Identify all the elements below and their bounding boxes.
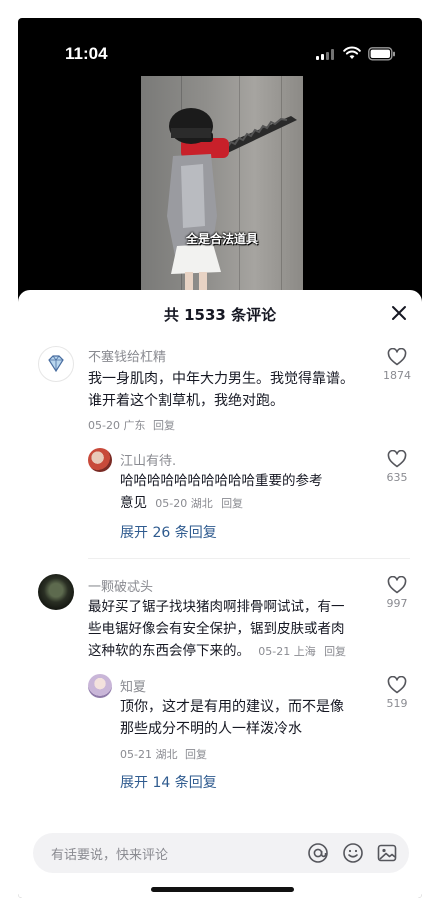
like-count: 635 [386,471,408,484]
comment-input-bar[interactable]: 有话要说，快来评论 [33,833,409,873]
phone-screen: 11:04 全是合法道具 共 1533 条评论 不塞钱给杠精 我一身肌肉，中年大… [18,18,422,898]
battery-icon [368,47,395,61]
expand-replies-button[interactable]: 展开 14 条回复 [120,772,217,792]
video-person-figure [167,108,297,308]
wifi-icon [343,46,361,59]
at-icon[interactable] [307,842,329,864]
avatar[interactable] [38,574,74,610]
reply-date-location: 05-21 湖北 [120,748,178,761]
reply-button[interactable]: 回复 [185,748,207,761]
reply-text: 顶你，这才是有用的建议，而不是像 那些成分不明的人一样泼冷水 [120,699,344,737]
home-indicator[interactable] [151,887,294,892]
comment-date-location: 05-20 广东 [88,419,146,432]
avatar[interactable] [88,448,112,472]
comments-count-title: 共 1533 条评论 [163,306,277,324]
comment-input-placeholder[interactable]: 有话要说，快来评论 [51,844,168,863]
heart-icon [387,450,407,468]
expand-replies-button[interactable]: 展开 26 条回复 [120,522,217,542]
reply-button[interactable]: 回复 [324,645,346,658]
status-time: 11:04 [65,44,108,63]
comment-text: 我一身肌肉，中年大力男生。我觉得靠谱。 谁开着这个割草机，我绝对跑。 [88,371,354,409]
image-icon[interactable] [376,842,398,864]
comment-meta: 05-20 广东 回复 [88,417,175,433]
signal-icon [316,49,336,60]
like-count: 997 [386,597,408,610]
reply-button[interactable]: 回复 [221,497,243,510]
like-button[interactable]: 997 [377,576,417,610]
comments-sheet: 共 1533 条评论 不塞钱给杠精 我一身肌肉，中年大力男生。我觉得靠谱。 谁开… [18,290,422,898]
reply-text: 哈哈哈哈哈哈哈哈哈哈重要的参考 意见 05-20 湖北 回复 [120,473,323,511]
reply-date-location: 05-20 湖北 [155,497,213,510]
reply-button[interactable]: 回复 [153,419,175,432]
like-button[interactable]: 519 [377,676,417,710]
close-icon[interactable] [390,304,408,322]
heart-icon [387,576,407,594]
like-button[interactable]: 1874 [377,348,417,382]
divider [88,558,410,559]
comment-username[interactable]: 不塞钱给杠精 [88,346,166,365]
like-button[interactable]: 635 [377,450,417,484]
video-caption: 全是合法道具 [185,232,258,246]
emoji-icon[interactable] [342,842,364,864]
comment-text: 最好买了锯子找块猪肉啊排骨啊试试，有一 些电锯好像会有安全保护，锯到皮肤或者肉 … [88,599,347,659]
like-count: 519 [386,697,408,710]
like-count: 1874 [383,369,411,382]
avatar[interactable] [88,674,112,698]
comment-date-location: 05-21 上海 [258,645,316,658]
status-bar: 11:04 [18,18,422,78]
video-player[interactable]: 全是合法道具 [141,76,303,311]
avatar[interactable] [38,346,74,382]
comment-username[interactable]: 一颗破忒头 [88,576,153,595]
reply-username[interactable]: 江山有待. [120,450,176,469]
reply-meta: 05-21 湖北 回复 [120,746,207,762]
heart-icon [387,348,407,366]
heart-icon [387,676,407,694]
reply-username[interactable]: 知夏 [120,676,146,695]
diamond-icon [48,355,64,373]
